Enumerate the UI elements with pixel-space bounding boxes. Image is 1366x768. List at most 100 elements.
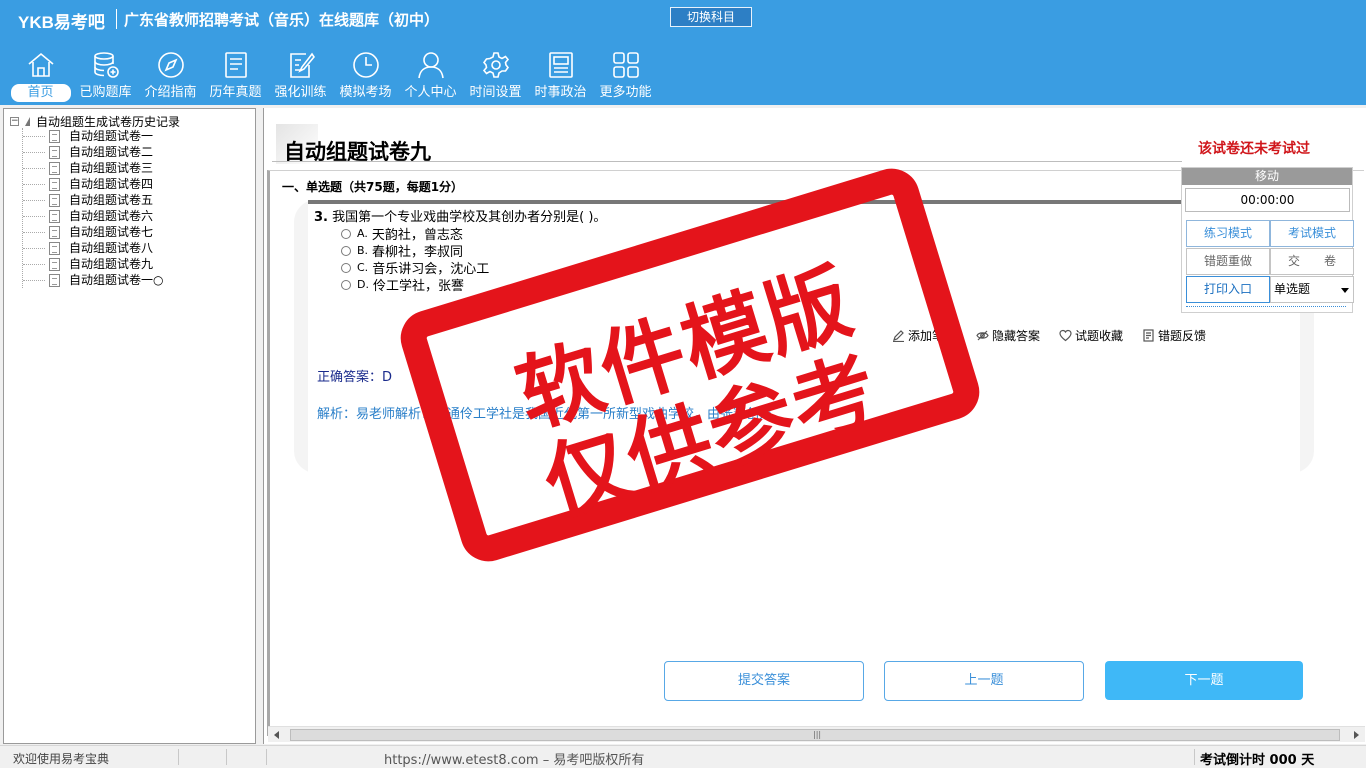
divider <box>272 161 1182 162</box>
report-error-button[interactable]: 错题反馈 <box>1142 327 1206 344</box>
redo-wrong-button[interactable]: 错题重做 <box>1186 248 1270 275</box>
option-d[interactable]: D. 伶工学社，张謇 <box>341 275 464 294</box>
nav-label: 模拟考场 <box>339 85 392 100</box>
folder-icon <box>25 117 30 126</box>
main-nav: 首页 已购题库 介绍指南 历年真题 强化训练 模拟考场 个人中心 时间设置 时事… <box>8 48 658 104</box>
correct-answer: 正确答案：D <box>317 370 393 385</box>
chevron-down-icon <box>1341 288 1349 293</box>
exam-countdown: 考试倒计时 000 天 <box>1200 753 1315 768</box>
nav-purchased[interactable]: 已购题库 <box>73 48 138 104</box>
collapse-toggle[interactable]: − <box>10 117 19 126</box>
document-edit-icon <box>49 258 60 271</box>
nav-label: 更多功能 <box>599 85 652 100</box>
nav-time-settings[interactable]: 时间设置 <box>463 48 528 104</box>
eye-hidden-icon <box>976 330 989 341</box>
document-icon <box>49 210 60 223</box>
edit-icon <box>289 52 315 78</box>
question-text: 3. 我国第一个专业戏曲学校及其创办者分别是( )。 <box>314 210 607 225</box>
document-icon <box>49 194 60 207</box>
radio-button[interactable] <box>341 245 351 256</box>
nav-mock-exam[interactable]: 模拟考场 <box>333 48 398 104</box>
submit-paper-button[interactable]: 交 卷 <box>1270 248 1354 275</box>
gear-icon <box>482 52 509 78</box>
nav-label: 首页 <box>10 84 71 102</box>
copyright-text: https://www.etest8.com – 易考吧版权所有 <box>384 753 645 768</box>
nav-current-affairs[interactable]: 时事政治 <box>528 48 593 104</box>
tree-item[interactable]: 自动组题试卷七 <box>23 224 163 240</box>
tree-item[interactable]: 自动组题试卷三 <box>23 160 163 176</box>
hide-answer-button[interactable]: 隐藏答案 <box>976 327 1040 344</box>
nav-more[interactable]: 更多功能 <box>593 48 658 104</box>
answer-analysis: 解析：易老师解析：南通伶工学社是我国近代第一所新型戏曲学校，由张謇创办。 <box>317 407 786 422</box>
scroll-right-arrow[interactable] <box>1354 731 1359 739</box>
status-separator <box>178 749 179 765</box>
user-icon <box>417 52 444 79</box>
radio-button[interactable] <box>341 279 351 290</box>
nav-training[interactable]: 强化训练 <box>268 48 333 104</box>
nav-past-exams[interactable]: 历年真题 <box>203 48 268 104</box>
tree-item[interactable]: 自动组题试卷五 <box>23 192 163 208</box>
document-icon <box>49 162 60 175</box>
nav-guide[interactable]: 介绍指南 <box>138 48 203 104</box>
app-logo: YKB易考吧 <box>18 13 105 32</box>
exam-timer: 00:00:00 <box>1185 188 1350 212</box>
horizontal-scrollbar[interactable]: ||| <box>268 726 1365 742</box>
status-separator <box>266 749 267 765</box>
status-separator <box>1194 749 1195 765</box>
tree-item-selected[interactable]: 自动组题试卷九 <box>23 256 163 272</box>
document-icon <box>49 178 60 191</box>
move-handle[interactable]: 移动 <box>1182 168 1352 185</box>
radio-button[interactable] <box>341 228 351 239</box>
print-button[interactable]: 打印入口 <box>1186 276 1270 303</box>
document-icon <box>49 130 60 143</box>
title-separator <box>116 9 117 29</box>
exam-control-panel: 移动 00:00:00 练习模式 考试模式 错题重做 交 卷 打印入口 单选题 <box>1181 167 1354 313</box>
heart-icon <box>1059 329 1072 342</box>
grip-icon: ||| <box>813 730 822 739</box>
nav-label: 时间设置 <box>469 85 522 100</box>
home-icon <box>27 52 54 77</box>
report-icon <box>1143 329 1154 342</box>
tree-item[interactable]: 自动组题试卷四 <box>23 176 163 192</box>
compass-icon <box>157 52 184 78</box>
tree-item[interactable]: 自动组题试卷六 <box>23 208 163 224</box>
status-bar: 欢迎使用易考宝典 https://www.etest8.com – 易考吧版权所… <box>0 745 1366 768</box>
nav-label: 强化训练 <box>274 85 327 100</box>
grid-icon <box>612 52 639 78</box>
panel-divider <box>1186 306 1346 307</box>
welcome-text: 欢迎使用易考宝典 <box>13 752 110 766</box>
nav-label: 个人中心 <box>404 85 457 100</box>
tree-item[interactable]: 自动组题试卷一○ <box>23 272 163 288</box>
question-type-select[interactable]: 单选题 <box>1270 276 1354 303</box>
paper-status: 该试卷还未考试过 <box>1198 141 1310 157</box>
newspaper-icon <box>548 52 573 78</box>
next-question-button[interactable]: 下一题 <box>1105 661 1303 700</box>
document-icon <box>49 146 60 159</box>
document-list-icon <box>224 52 247 78</box>
app-title: 广东省教师招聘考试（音乐）在线题库（初中） <box>124 11 440 29</box>
document-icon <box>49 226 60 239</box>
clock-icon <box>352 52 379 78</box>
add-note-button[interactable]: 添加笔记 <box>892 327 956 344</box>
nav-home[interactable]: 首页 <box>8 48 73 104</box>
exam-mode-button[interactable]: 考试模式 <box>1270 220 1354 247</box>
tree-item[interactable]: 自动组题试卷一 <box>23 128 163 144</box>
submit-answer-button[interactable]: 提交答案 <box>664 661 864 701</box>
nav-profile[interactable]: 个人中心 <box>398 48 463 104</box>
app-header: YKB易考吧 广东省教师招聘考试（音乐）在线题库（初中） 切换科目 首页 已购题… <box>0 0 1366 105</box>
tree-item[interactable]: 自动组题试卷八 <box>23 240 163 256</box>
radio-button[interactable] <box>341 262 351 273</box>
nav-label: 历年真题 <box>209 85 262 100</box>
database-icon <box>93 52 119 78</box>
prev-question-button[interactable]: 上一题 <box>884 661 1084 701</box>
switch-subject-button[interactable]: 切换科目 <box>670 7 752 27</box>
nav-label: 介绍指南 <box>144 85 197 100</box>
document-icon <box>49 242 60 255</box>
paper-history-tree: − 自动组题生成试卷历史记录 自动组题试卷一 自动组题试卷二 自动组题试卷三 自… <box>3 108 256 744</box>
practice-mode-button[interactable]: 练习模式 <box>1186 220 1270 247</box>
main-panel: 自动组题试卷九 该试卷还未考试过 一、单选题（共75题，每题1分） 3. 我国第… <box>263 108 1366 744</box>
favorite-button[interactable]: 试题收藏 <box>1059 327 1123 344</box>
scroll-left-arrow[interactable] <box>274 731 279 739</box>
tree-item[interactable]: 自动组题试卷二 <box>23 144 163 160</box>
status-separator <box>226 749 227 765</box>
